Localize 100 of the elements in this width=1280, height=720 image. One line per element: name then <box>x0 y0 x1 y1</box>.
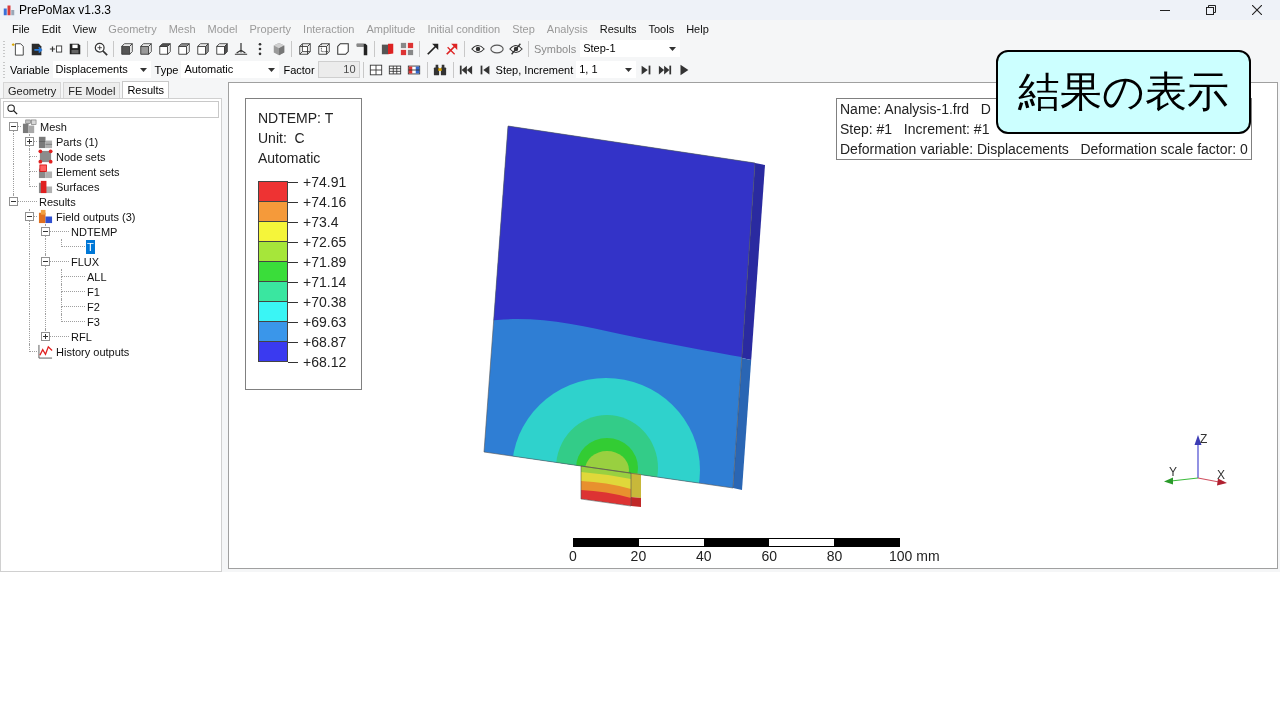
step-increment-dropdown[interactable]: 1, 1 <box>576 61 637 78</box>
tree-item[interactable]: RFL <box>70 329 93 344</box>
ellipse-outline-icon <box>489 41 504 56</box>
cube-view-icon <box>138 41 153 56</box>
parts-icon <box>38 134 53 149</box>
info-line: Deformation variable: Displacements Deformation scale factor: 0 <box>840 140 1248 159</box>
symbols-label: Symbols <box>534 41 577 56</box>
colored-table-icon <box>407 62 422 77</box>
binoculars-icon <box>433 62 448 77</box>
legend-title: NDTEMP: T <box>258 109 334 128</box>
tree-item[interactable]: Field outputs (3) <box>55 209 137 224</box>
scale-label: 60 <box>761 548 777 565</box>
tree-toggle-icon[interactable] <box>9 197 18 206</box>
legend-value: +71.14 <box>303 274 347 290</box>
cube-view-icon <box>157 41 172 56</box>
new-file-icon <box>10 41 25 56</box>
menu-item[interactable]: View <box>66 22 103 36</box>
legend-value: +71.89 <box>303 254 347 270</box>
tree-item[interactable]: Surfaces <box>55 179 101 194</box>
type-dropdown[interactable]: Automatic <box>181 61 280 78</box>
shaded-cube-icon <box>271 41 286 56</box>
arrow-icon <box>425 41 440 56</box>
tree-item[interactable]: Results <box>38 194 77 209</box>
tree-toggle-icon[interactable] <box>9 122 18 131</box>
zoom-icon <box>93 41 108 56</box>
line-chart-icon <box>38 344 53 359</box>
restore-icon <box>1206 5 1216 15</box>
tree-item[interactable]: Element sets <box>55 164 121 179</box>
mesh-icon <box>22 119 37 134</box>
legend-value: +72.65 <box>303 234 347 250</box>
open-file-icon <box>29 41 44 56</box>
app-icon <box>3 3 15 17</box>
tree-toggle-icon[interactable] <box>41 257 50 266</box>
grid-icon <box>369 62 384 77</box>
tree-toggle-icon[interactable] <box>25 212 34 221</box>
caret-icon <box>669 46 677 51</box>
menu-item[interactable]: File <box>6 22 36 36</box>
tab[interactable]: Geometry <box>3 82 62 98</box>
axis-label: X <box>1217 469 1225 481</box>
cube-view-icon <box>214 41 229 56</box>
eye-crossed-icon <box>508 41 523 56</box>
menu-item[interactable]: Edit <box>35 22 67 36</box>
cube-view-icon <box>195 41 210 56</box>
tree-item[interactable]: F3 <box>86 314 101 329</box>
search-field[interactable] <box>3 101 219 118</box>
save-icon <box>67 41 82 56</box>
tree-item[interactable]: NDTEMP <box>70 224 119 239</box>
scale-label: 20 <box>630 548 647 565</box>
type-label: Type <box>154 62 179 77</box>
axis-triad-icon <box>1164 435 1227 486</box>
wireframe-cube-icon <box>316 41 331 56</box>
node-set-icon <box>38 149 53 164</box>
legend-value: +74.91 <box>303 174 347 190</box>
element-set-icon <box>38 164 53 179</box>
legend-value: +73.4 <box>303 214 339 230</box>
tab[interactable]: FE Model <box>63 82 121 98</box>
axis-label: Z <box>1200 433 1208 445</box>
cube-outline-icon <box>335 41 350 56</box>
tree-toggle-icon[interactable] <box>41 227 50 236</box>
tree-item[interactable]: Mesh <box>39 119 68 134</box>
cube-view-icon <box>119 41 134 56</box>
tree-toggle-icon[interactable] <box>25 137 34 146</box>
cube-view-icon <box>176 41 191 56</box>
legend-value: +69.63 <box>303 314 347 330</box>
menu-item[interactable]: Results <box>593 22 643 36</box>
tree-item[interactable]: History outputs <box>55 344 131 359</box>
tree-item[interactable]: ALL <box>86 269 108 284</box>
window-title: PrePoMax v1.3.3 <box>19 3 112 17</box>
tree-item[interactable]: Parts (1) <box>55 134 100 149</box>
node-grid-icon <box>399 41 414 56</box>
caret-icon <box>625 67 633 72</box>
scale-label: 100 mm <box>889 548 940 565</box>
step-increment-label: Step, Increment <box>495 62 574 77</box>
legend-mode: Automatic <box>258 149 321 168</box>
scale-label: 80 <box>826 548 843 565</box>
field-output-icon <box>38 209 53 224</box>
wireframe-cube-icon <box>297 41 312 56</box>
tree-item[interactable]: T <box>86 239 95 254</box>
close-icon <box>1252 5 1262 15</box>
axis-label: Y <box>1169 466 1177 478</box>
legend-unit: Unit: C <box>258 129 305 148</box>
variable-dropdown[interactable]: Displacements <box>52 61 151 78</box>
menu-item[interactable]: Tools <box>642 22 681 36</box>
tree-item[interactable]: F2 <box>86 299 101 314</box>
tree-item[interactable]: FLUX <box>70 254 101 269</box>
menu-item[interactable]: Help <box>680 22 715 36</box>
legend-value: +68.12 <box>303 354 347 370</box>
solid-edge-icon <box>354 41 369 56</box>
factor-label: Factor <box>283 62 315 77</box>
cut-box-icon <box>380 41 395 56</box>
callout-title: 結果の表示 <box>996 50 1251 134</box>
search-icon <box>7 103 19 116</box>
surface-icon <box>38 179 53 194</box>
tree-toggle-icon[interactable] <box>41 332 50 341</box>
tree-item[interactable]: F1 <box>86 284 101 299</box>
tab[interactable]: Results <box>122 81 170 98</box>
info-line: Name: Analysis-1.frd D <box>840 100 991 119</box>
scale-label: 40 <box>696 548 712 565</box>
caret-icon <box>268 67 276 72</box>
tree-item[interactable]: Node sets <box>55 149 107 164</box>
